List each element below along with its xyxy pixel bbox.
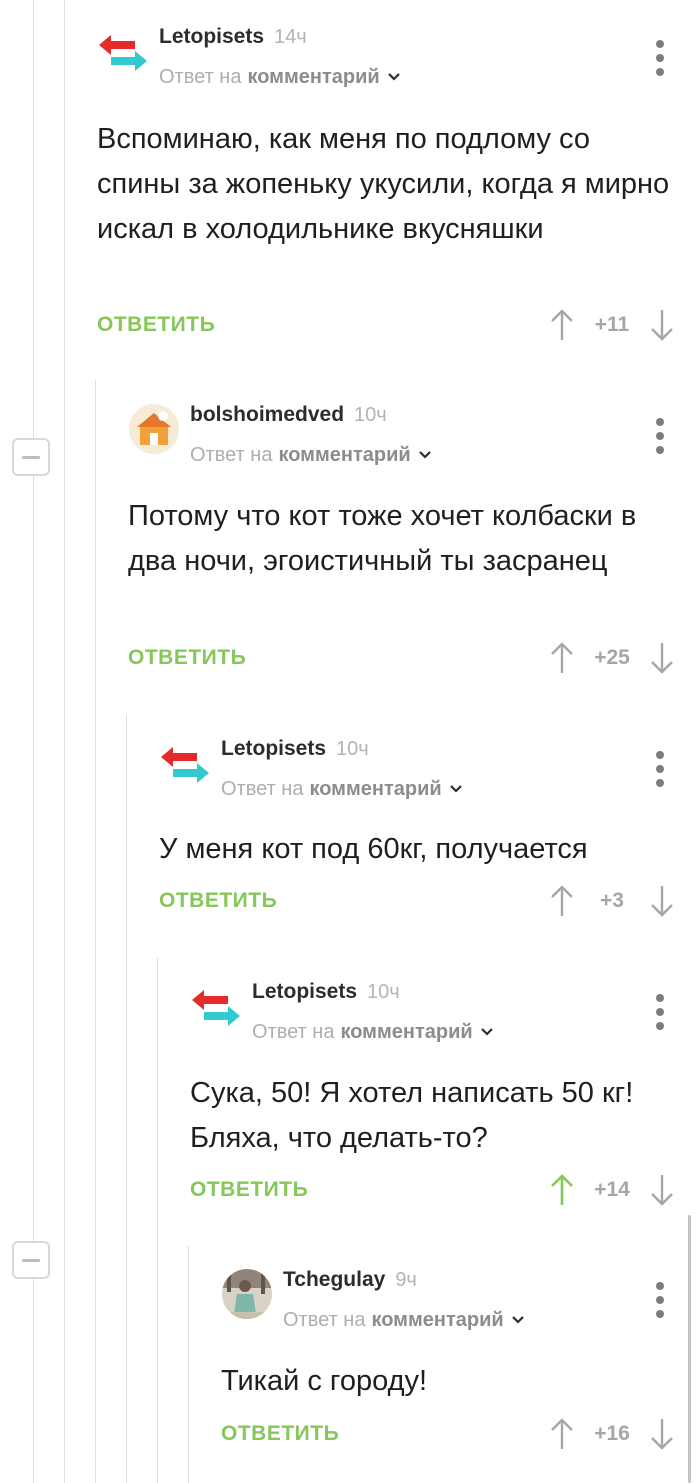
arrows-logo-avatar[interactable] [159, 737, 211, 789]
comment-text: Тикай с городу! [221, 1365, 428, 1397]
comment-text: Потому что кот тоже хочет колбаски в два… [128, 500, 637, 577]
minus-icon [22, 455, 40, 459]
upvote-arrow-icon[interactable] [550, 884, 574, 918]
vote-score: +16 [594, 1422, 630, 1445]
comment-time: 14ч [274, 26, 307, 48]
reply-prefix: Ответ на [159, 65, 242, 88]
reply-target-link[interactable]: комментарий [309, 778, 441, 801]
reply-button[interactable]: ОТВЕТИТЬ [97, 313, 215, 337]
comment-time: 10ч [367, 981, 400, 1003]
collapse-thread-button[interactable] [12, 1241, 50, 1279]
downvote-arrow-icon[interactable] [650, 884, 674, 918]
reply-prefix: Ответ на [190, 443, 273, 466]
more-options-icon[interactable] [650, 418, 670, 454]
comment-meta: Letopisets 14ч Ответ на комментарий [159, 25, 700, 91]
collapse-thread-button[interactable] [12, 438, 50, 476]
more-options-icon[interactable] [650, 994, 670, 1030]
reply-prefix: Ответ на [252, 1020, 335, 1043]
reply-target-link[interactable]: комментарий [278, 444, 410, 467]
vote-score: +14 [594, 1178, 630, 1201]
downvote-arrow-icon[interactable] [650, 308, 674, 342]
upvote-arrow-icon[interactable] [550, 1173, 574, 1207]
chevron-down-icon[interactable] [448, 781, 464, 797]
upvote-arrow-icon[interactable] [550, 1417, 574, 1451]
downvote-arrow-icon[interactable] [650, 1173, 674, 1207]
more-options-icon[interactable] [650, 40, 670, 76]
author-name[interactable]: Letopisets [221, 737, 326, 761]
comment-time: 10ч [336, 738, 369, 760]
more-options-icon[interactable] [650, 751, 670, 787]
reply-button[interactable]: ОТВЕТИТЬ [190, 1178, 308, 1202]
comment-time: 10ч [354, 404, 387, 426]
minus-icon [22, 1258, 40, 1262]
chevron-down-icon[interactable] [386, 69, 402, 85]
vote-score: +3 [600, 889, 624, 912]
arrows-logo-avatar[interactable] [190, 980, 242, 1032]
thread-rail [95, 380, 96, 1483]
thread-rail [157, 958, 158, 1483]
author-name[interactable]: Tchegulay [283, 1268, 385, 1292]
reply-target-link[interactable]: комментарий [247, 66, 379, 89]
reply-prefix: Ответ на [283, 1308, 366, 1331]
thread-rail [64, 0, 65, 1483]
reply-target-link[interactable]: комментарий [371, 1309, 503, 1332]
vote-score: +11 [594, 313, 630, 336]
house-illustration-avatar[interactable] [128, 403, 180, 455]
comment-meta: Tchegulay 9ч Ответ на комментарий [283, 1268, 700, 1334]
upvote-arrow-icon[interactable] [550, 641, 574, 675]
reply-target-link[interactable]: комментарий [340, 1021, 472, 1044]
scrollbar[interactable] [688, 1215, 691, 1483]
chevron-down-icon[interactable] [479, 1024, 495, 1040]
downvote-arrow-icon[interactable] [650, 641, 674, 675]
vote-score: +25 [594, 646, 630, 669]
author-name[interactable]: Letopisets [159, 25, 264, 49]
comment-text: Вспоминаю, как меня по подлому со спины … [97, 123, 670, 245]
reply-button[interactable]: ОТВЕТИТЬ [128, 646, 246, 670]
reply-button[interactable]: ОТВЕТИТЬ [159, 889, 277, 913]
comment-meta: bolshoimedved 10ч Ответ на комментарий [190, 403, 700, 469]
reply-prefix: Ответ на [221, 777, 304, 800]
comment-meta: Letopisets 10ч Ответ на комментарий [252, 980, 700, 1046]
reply-button[interactable]: ОТВЕТИТЬ [221, 1422, 339, 1446]
author-name[interactable]: Letopisets [252, 980, 357, 1004]
thread-rail [126, 715, 127, 1483]
person-photo-avatar[interactable] [221, 1268, 273, 1320]
more-options-icon[interactable] [650, 1282, 670, 1318]
comment-text: Сука, 50! Я хотел написать 50 кг! Бляха,… [190, 1077, 634, 1154]
comment-meta: Letopisets 10ч Ответ на комментарий [221, 737, 700, 803]
chevron-down-icon[interactable] [417, 447, 433, 463]
author-name[interactable]: bolshoimedved [190, 403, 344, 427]
chevron-down-icon[interactable] [510, 1312, 526, 1328]
arrows-logo-avatar[interactable] [97, 25, 149, 77]
comment-text: У меня кот под 60кг, получается [159, 833, 588, 865]
thread-rail [188, 1246, 189, 1483]
downvote-arrow-icon[interactable] [650, 1417, 674, 1451]
comment-time: 9ч [395, 1269, 417, 1291]
upvote-arrow-icon[interactable] [550, 308, 574, 342]
